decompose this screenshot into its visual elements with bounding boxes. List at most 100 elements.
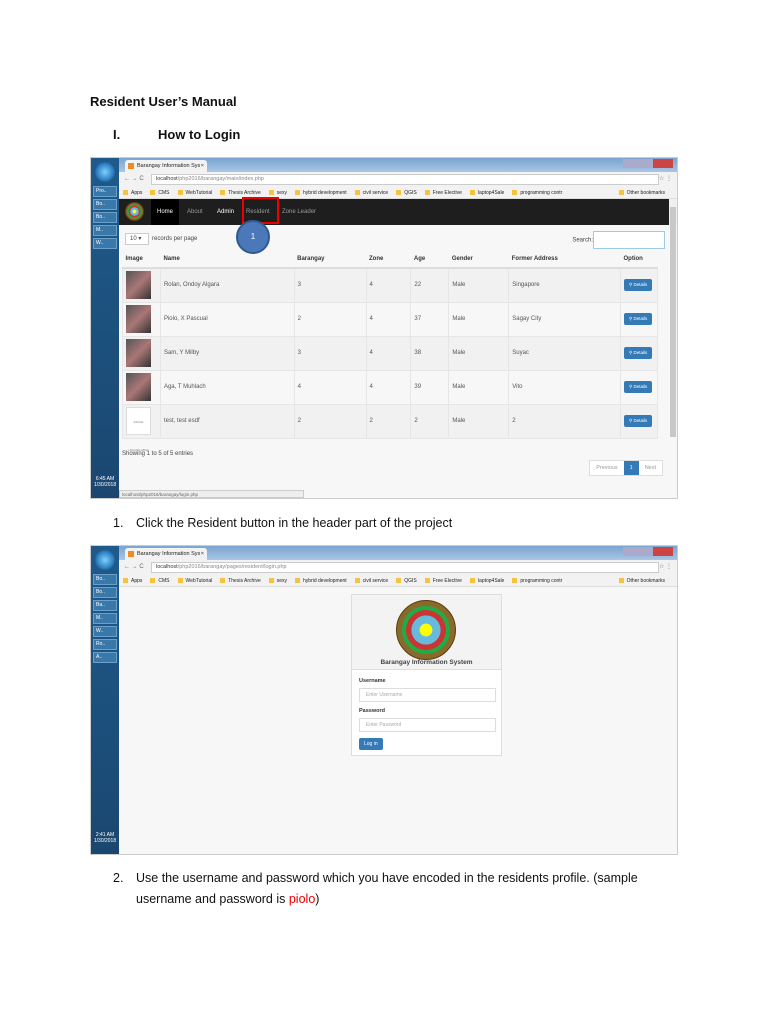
bookmark-item[interactable]: laptop4Sale xyxy=(470,190,504,196)
details-label: Details xyxy=(633,316,648,321)
image-cell xyxy=(122,301,161,337)
column-header-gender[interactable]: Gender xyxy=(448,251,509,269)
column-header-zone[interactable]: Zone xyxy=(366,251,411,269)
name-cell: Sam, Y Milby xyxy=(159,335,295,371)
bookmark-item[interactable]: CMS xyxy=(150,578,169,584)
other-bookmarks[interactable]: Other bookmarks xyxy=(619,187,665,198)
section-title: How to Login xyxy=(158,127,241,142)
table-row: Rolan, Ondoy Algara 3 4 22 Male Singapore ⚲ De… xyxy=(122,267,659,303)
bookmark-item[interactable]: CMS xyxy=(150,190,169,196)
screenshot-login: Bo.. Bo.. Ba.. M.. W.. Ro.. A.. 2:41 AM 1/30/20… xyxy=(90,545,678,855)
username-input[interactable]: Enter Username xyxy=(359,688,496,702)
window-controls[interactable] xyxy=(623,159,673,168)
bookmark-item[interactable]: WebTutorial xyxy=(178,190,213,196)
barangay-cell: 2 xyxy=(293,403,367,439)
bookmark-item[interactable]: civil service xyxy=(355,578,389,584)
taskbar-item[interactable]: M.. xyxy=(93,613,117,624)
bookmark-item[interactable]: Apps xyxy=(123,190,142,196)
password-label: Password xyxy=(359,708,385,714)
window-controls[interactable] xyxy=(623,547,673,556)
details-label: Details xyxy=(633,350,648,355)
zone-cell: 4 xyxy=(365,301,412,337)
details-button[interactable]: ⚲ Details xyxy=(623,415,653,427)
name-cell: Aga, T Muhlach xyxy=(159,369,295,405)
start-button[interactable] xyxy=(95,162,115,182)
start-button[interactable] xyxy=(95,550,115,570)
bookmark-item[interactable]: Thesis Archive xyxy=(220,578,261,584)
page-1-button[interactable]: 1 xyxy=(623,461,639,475)
login-button[interactable]: Log in xyxy=(359,738,383,750)
zone-cell: 4 xyxy=(365,369,412,405)
name-cell: Rolan, Ondoy Algara xyxy=(159,267,295,303)
taskbar-item[interactable]: M.. xyxy=(93,225,117,236)
nav-about[interactable]: About xyxy=(181,199,209,225)
bookmark-item[interactable]: QGIS xyxy=(396,190,417,196)
bookmark-item[interactable]: sexy xyxy=(269,578,287,584)
nav-zone-leader[interactable]: Zone Leader xyxy=(276,199,322,225)
login-panel: Barangay Information System Username Ent… xyxy=(351,594,502,756)
prev-page-button[interactable]: Previous xyxy=(590,461,623,475)
step-marker: 1 xyxy=(236,220,270,254)
option-cell: ⚲ Details xyxy=(619,335,659,371)
column-header-option[interactable]: Option xyxy=(620,251,658,269)
nav-buttons-icon[interactable]: ← → C xyxy=(124,560,144,575)
taskbar-item[interactable]: Bo.. xyxy=(93,574,117,585)
details-button[interactable]: ⚲ Details xyxy=(623,279,653,292)
scrollbar[interactable] xyxy=(669,199,677,437)
taskbar-item[interactable]: Bo.. xyxy=(93,587,117,598)
bookmark-star-icon[interactable]: ☆ ⋮ xyxy=(659,172,672,187)
bookmark-item[interactable]: QGIS xyxy=(396,578,417,584)
browser-tab[interactable]: Barangay Information Sys × xyxy=(125,548,207,560)
next-page-button[interactable]: Next xyxy=(639,461,662,475)
gender-cell: Male xyxy=(448,335,510,371)
taskbar-item[interactable]: Pro.. xyxy=(93,186,117,197)
nav-admin[interactable]: Admin xyxy=(211,199,240,225)
bookmark-item[interactable]: Thesis Archive xyxy=(220,190,261,196)
bookmark-item[interactable]: programming contr xyxy=(512,578,562,584)
age-cell: 22 xyxy=(410,267,450,303)
bookmark-item[interactable]: programming contr xyxy=(512,190,562,196)
nav-home[interactable]: Home xyxy=(151,199,180,225)
records-per-page-select[interactable]: 10 ▾ xyxy=(125,233,149,245)
search-input[interactable] xyxy=(593,231,665,249)
sample-credential: piolo xyxy=(288,892,316,906)
zone-cell: 4 xyxy=(365,267,412,303)
barangay-cell: 3 xyxy=(293,267,367,303)
bookmark-item[interactable]: Apps xyxy=(123,578,142,584)
nav-buttons-icon[interactable]: ← → C xyxy=(124,172,144,187)
other-bookmarks[interactable]: Other bookmarks xyxy=(619,575,665,586)
details-button[interactable]: ⚲ Details xyxy=(623,347,653,359)
close-tab-icon[interactable]: × xyxy=(201,548,204,560)
address-bar[interactable]: localhost/php2016/barangay/pages/residen… xyxy=(151,562,659,573)
windows-taskbar: Bo.. Bo.. Ba.. M.. W.. Ro.. A.. 2:41 AM 1/30/20… xyxy=(91,546,119,854)
bookmark-item[interactable]: hybrid development xyxy=(295,190,347,196)
column-header-age[interactable]: Age xyxy=(410,251,449,269)
taskbar-item[interactable]: W.. xyxy=(93,626,117,637)
bookmark-item[interactable]: civil service xyxy=(355,190,389,196)
column-header-former-address[interactable]: Former Address xyxy=(508,251,621,269)
taskbar-item[interactable]: A.. xyxy=(93,652,117,663)
taskbar-item[interactable]: Ba.. xyxy=(93,600,117,611)
details-button[interactable]: ⚲ Details xyxy=(623,313,653,325)
bookmark-item[interactable]: WebTutorial xyxy=(178,578,213,584)
age-cell: 38 xyxy=(410,335,450,371)
taskbar-item[interactable]: Bo.. xyxy=(93,199,117,210)
password-input[interactable]: Enter Password xyxy=(359,718,496,732)
address-bar[interactable]: localhost/php2016/barangay/main/index.ph… xyxy=(151,174,659,185)
close-tab-icon[interactable]: × xyxy=(201,160,204,172)
taskbar-item[interactable]: Bo.. xyxy=(93,212,117,223)
bookmark-item[interactable]: hybrid development xyxy=(295,578,347,584)
name-cell: test, test esdf xyxy=(159,403,295,439)
bookmark-item[interactable]: sexy xyxy=(269,190,287,196)
bookmark-star-icon[interactable]: ☆ ⋮ xyxy=(659,560,672,575)
details-button[interactable]: ⚲ Details xyxy=(623,381,653,393)
bookmark-item[interactable]: laptop4Sale xyxy=(470,578,504,584)
browser-tab[interactable]: Barangay Information Sys × xyxy=(125,160,207,172)
column-header-name[interactable]: Name xyxy=(160,251,295,269)
bookmark-item[interactable]: Free Elective xyxy=(425,578,462,584)
taskbar-item[interactable]: Ro.. xyxy=(93,639,117,650)
column-header-barangay[interactable]: Barangay xyxy=(294,251,367,269)
bookmark-item[interactable]: Free Elective xyxy=(425,190,462,196)
table-row: IMAGE UNAVAILABLE test, test esdf 2 2 2 Male 2… xyxy=(122,403,659,452)
taskbar-item[interactable]: W.. xyxy=(93,238,117,249)
